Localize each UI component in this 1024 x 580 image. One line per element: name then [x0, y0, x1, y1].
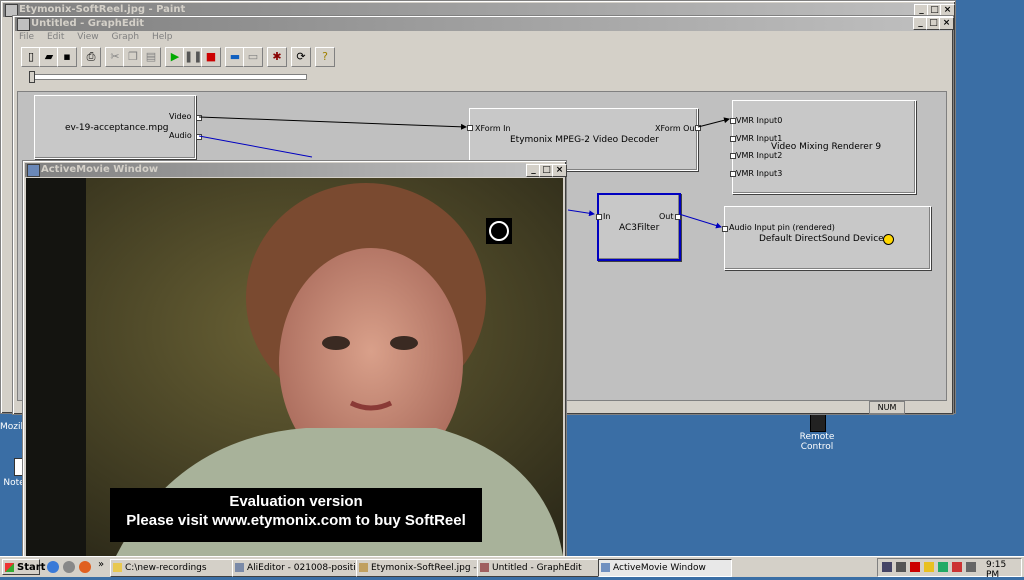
firefox-quicklaunch-icon[interactable]: [79, 561, 91, 573]
desktop-icon-mozilla-label[interactable]: Mozill: [0, 422, 26, 432]
cut-icon[interactable]: ✂: [105, 47, 125, 67]
graphedit-icon: [17, 18, 30, 31]
menu-edit[interactable]: Edit: [47, 32, 64, 42]
copy-icon[interactable]: ❐: [123, 47, 143, 67]
print-icon[interactable]: ⎙: [81, 47, 101, 67]
task-alieditor[interactable]: AliEditor - 021008-positio...: [232, 559, 366, 577]
menu-help[interactable]: Help: [152, 32, 173, 42]
graphedit-toolbar: ▯ ▰ ▪ ⎙ ✂ ❐ ▤ ▶ ❚❚ ■ ▬ ▭ ✱ ⟳ ?: [21, 47, 351, 67]
video-frame: Evaluation version Please visit www.etym…: [26, 178, 563, 556]
paint-toolbox-fragment: [2, 80, 13, 410]
start-label: Start: [17, 562, 46, 573]
desktop-icon-remote-control[interactable]: Remote Control: [796, 432, 838, 452]
graphedit-titlebar[interactable]: Untitled - GraphEdit: [15, 17, 951, 31]
filter-vmr-name: Video Mixing Renderer 9: [771, 142, 882, 152]
task-new-recordings[interactable]: C:\new-recordings: [110, 559, 236, 577]
tray-icon-3[interactable]: [910, 562, 920, 572]
ac3-in-pin-label: In: [603, 212, 611, 221]
tray-icon-6[interactable]: [952, 562, 962, 572]
paint-title: Etymonix-SoftReel.jpg - Paint: [19, 4, 186, 15]
activemovie-window[interactable]: ActiveMovie Window _ □ × Evaluation vers…: [22, 160, 567, 560]
graphedit-title: Untitled - GraphEdit: [31, 18, 145, 29]
task-graphedit[interactable]: Untitled - GraphEdit: [477, 559, 609, 577]
filter-icon[interactable]: ✱: [267, 47, 287, 67]
refresh-icon[interactable]: ⟳: [291, 47, 311, 67]
ac3-out-pin[interactable]: [675, 214, 681, 220]
graphedit-menubar: File Edit View Graph Help: [19, 32, 183, 42]
taskbar: Start » C:\new-recordings AliEditor - 02…: [0, 556, 1024, 580]
dsound-input-pin-label: Audio Input pin (rendered): [729, 223, 835, 232]
decoder-in-pin[interactable]: [467, 125, 473, 131]
overlay-line1: Evaluation version: [229, 493, 363, 510]
decoder-out-pin[interactable]: [695, 125, 701, 131]
remote-control-icon[interactable]: [810, 414, 826, 432]
overlay-line2: Please visit www.etymonix.com to buy Sof…: [126, 512, 466, 529]
seek-slider-track[interactable]: [29, 74, 307, 80]
activemovie-titlebar[interactable]: ActiveMovie Window: [25, 163, 526, 177]
menu-graph[interactable]: Graph: [111, 32, 139, 42]
decoder-in-pin-label: XForm In: [475, 124, 511, 133]
ac3-out-pin-label: Out: [659, 212, 674, 221]
activemovie-title: ActiveMovie Window: [41, 164, 159, 175]
filter-decoder-name: Etymonix MPEG-2 Video Decoder: [510, 135, 659, 145]
tray-icon-5[interactable]: [938, 562, 948, 572]
source-video-pin[interactable]: [196, 115, 202, 121]
activemovie-icon: [27, 164, 40, 177]
filter-ac3[interactable]: In Out AC3Filter: [596, 193, 681, 261]
status-num: NUM: [869, 401, 905, 414]
dsound-clock-icon: [883, 234, 894, 245]
ie-quicklaunch-icon[interactable]: [47, 561, 59, 573]
task-paint[interactable]: Etymonix-SoftReel.jpg - ...: [356, 559, 488, 577]
graphedit-close-button[interactable]: ×: [939, 17, 954, 30]
task-activemovie[interactable]: ActiveMovie Window: [598, 559, 732, 577]
filter-source-name: ev-19-acceptance.mpg: [65, 123, 169, 133]
start-button[interactable]: Start: [2, 559, 45, 575]
clock[interactable]: 9:15 PM: [986, 560, 1021, 580]
source-audio-pin-label: Audio: [169, 131, 192, 140]
filter-ac3-name: AC3Filter: [619, 223, 660, 233]
save-icon[interactable]: ▪: [57, 47, 77, 67]
tray-icon-2[interactable]: [896, 562, 906, 572]
help-icon[interactable]: ?: [315, 47, 335, 67]
vmr-input3-label: VMR Input3: [736, 169, 783, 178]
play-icon[interactable]: ▶: [165, 47, 185, 67]
evaluation-overlay: Evaluation version Please visit www.etym…: [110, 488, 482, 542]
filter-dsound[interactable]: Audio Input pin (rendered) Default Direc…: [722, 206, 931, 270]
menu-view[interactable]: View: [77, 32, 98, 42]
seek-slider-thumb[interactable]: [29, 71, 35, 83]
volume-icon[interactable]: [966, 562, 976, 572]
seek-icon[interactable]: ▬: [225, 47, 245, 67]
filter-source[interactable]: ev-19-acceptance.mpg Video Audio: [34, 95, 202, 159]
frame-step-icon[interactable]: ▭: [243, 47, 263, 67]
open-folder-icon[interactable]: ▰: [39, 47, 59, 67]
filter-dsound-name: Default DirectSound Device: [759, 234, 884, 244]
new-file-icon[interactable]: ▯: [21, 47, 41, 67]
decoder-out-pin-label: XForm Out: [655, 124, 698, 133]
shield-icon[interactable]: [924, 562, 934, 572]
quicklaunch-more-icon[interactable]: »: [98, 559, 104, 570]
vmr-input0-label: VMR Input0: [736, 116, 783, 125]
menu-file[interactable]: File: [19, 32, 34, 42]
paste-icon[interactable]: ▤: [141, 47, 161, 67]
vmr-input2-label: VMR Input2: [736, 151, 783, 160]
filter-vmr[interactable]: VMR Input0 VMR Input1 VMR Input2 VMR Inp…: [730, 100, 916, 194]
source-video-pin-label: Video: [169, 112, 192, 121]
media-quicklaunch-icon[interactable]: [63, 561, 75, 573]
source-audio-pin[interactable]: [196, 134, 202, 140]
activemovie-close-button[interactable]: ×: [552, 164, 567, 177]
tray-icon-1[interactable]: [882, 562, 892, 572]
dsound-input-pin[interactable]: [722, 226, 728, 232]
stop-icon[interactable]: ■: [201, 47, 221, 67]
windows-logo-icon: [5, 563, 14, 572]
system-tray: 9:15 PM: [877, 558, 1022, 580]
pause-icon[interactable]: ❚❚: [183, 47, 203, 67]
ac3-in-pin[interactable]: [596, 214, 602, 220]
